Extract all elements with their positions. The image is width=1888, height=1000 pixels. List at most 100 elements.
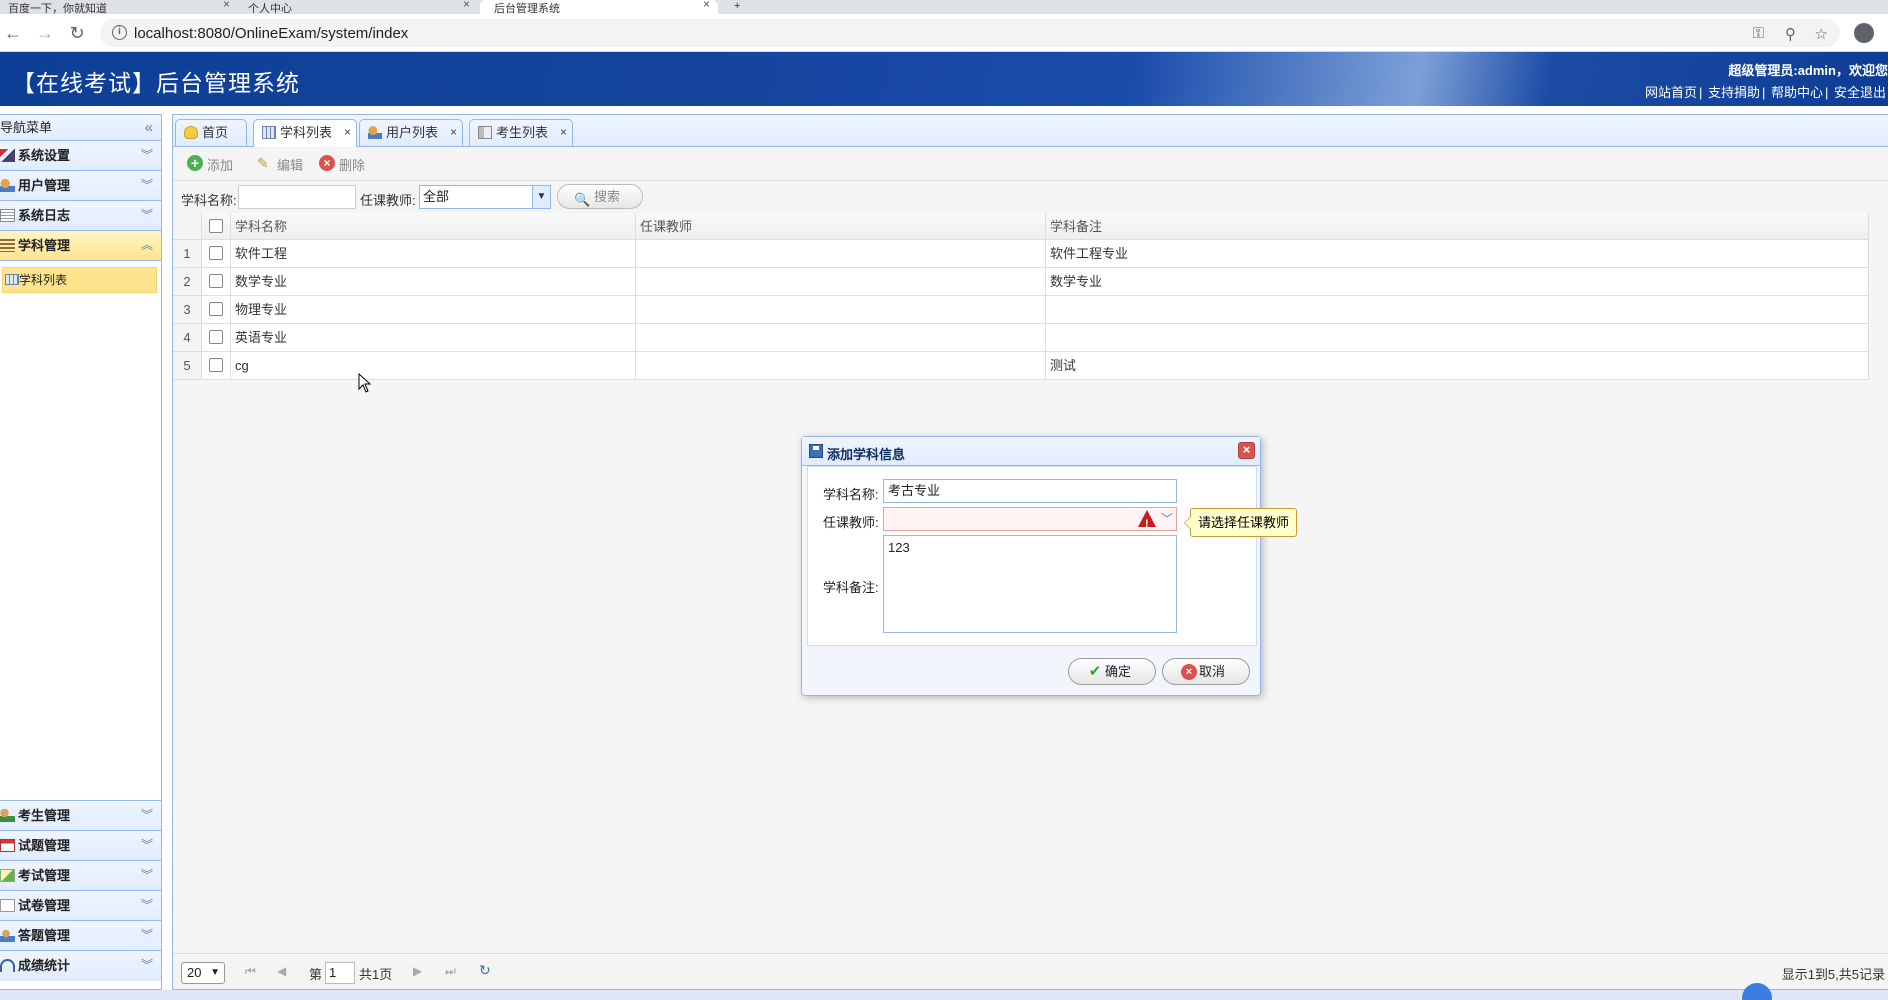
add-button[interactable]: + 添加: [187, 155, 233, 174]
collapse-icon: ︽: [140, 238, 153, 252]
close-icon[interactable]: ×: [223, 0, 230, 11]
teacher-select[interactable]: 全部 ▼: [419, 185, 551, 209]
row-number: 1: [173, 240, 202, 267]
close-tab-icon[interactable]: ×: [344, 120, 351, 145]
last-page-icon[interactable]: ⏭: [445, 964, 456, 979]
subject-name-search-input[interactable]: [238, 185, 356, 209]
close-icon[interactable]: ×: [703, 0, 710, 11]
app-header: 【在线考试】后台管理系统 超级管理员:admin，欢迎您 网站首页 | 支持捐助 |…: [0, 52, 1888, 106]
row-checkbox[interactable]: [202, 240, 231, 267]
delete-button[interactable]: × 删除: [319, 155, 365, 174]
chevron-down-icon[interactable]: ﹀: [1158, 508, 1176, 530]
row-checkbox[interactable]: [202, 268, 231, 295]
close-tab-icon[interactable]: ×: [560, 120, 567, 145]
save-icon: [809, 444, 823, 458]
reload-icon[interactable]: ↻: [66, 22, 88, 44]
chevron-down-icon: ▼: [210, 967, 220, 978]
browser-tab-active[interactable]: 后台管理系统 ×: [480, 0, 718, 14]
sidebar-item-answer-management[interactable]: 答题管理 ︾: [0, 921, 161, 951]
collapse-sidebar-icon[interactable]: «: [145, 115, 153, 141]
sidebar-item-user-management[interactable]: 用户管理 ︾: [0, 171, 161, 201]
sidebar-item-subject-management[interactable]: 学科管理 ︽: [0, 231, 161, 261]
prev-page-icon[interactable]: ◀: [277, 964, 286, 978]
students-icon: [0, 809, 15, 822]
search-button[interactable]: 🔍 搜索: [557, 184, 643, 209]
url-text: localhost:8080/OnlineExam/system/index: [134, 25, 409, 42]
cell-remark: [1046, 324, 1869, 351]
sidebar-item-system-settings[interactable]: 系统设置 ︾: [0, 141, 161, 171]
page-size-select[interactable]: 20 ▼: [181, 962, 225, 984]
row-number: 5: [173, 352, 202, 379]
app-title: 【在线考试】后台管理系统: [12, 70, 300, 96]
link-home[interactable]: 网站首页: [1645, 85, 1697, 100]
row-checkbox[interactable]: [202, 324, 231, 351]
cancel-icon: ×: [1181, 664, 1197, 680]
column-header-remark[interactable]: 学科备注: [1046, 213, 1869, 239]
cancel-button[interactable]: × 取消: [1162, 658, 1250, 685]
browser-tab[interactable]: 百度一下，你就知道 ×: [8, 0, 238, 14]
table-row[interactable]: 5 cg 测试: [173, 352, 1869, 380]
chevron-down-icon[interactable]: ▼: [532, 186, 550, 208]
sidebar-item-paper-management[interactable]: 试卷管理 ︾: [0, 891, 161, 921]
close-tab-icon[interactable]: ×: [450, 120, 457, 145]
expand-icon: ︾: [140, 898, 153, 912]
address-bar[interactable]: i localhost:8080/OnlineExam/system/index…: [100, 19, 1840, 47]
column-header-teacher[interactable]: 任课教师: [636, 213, 1046, 239]
table-row[interactable]: 4 英语专业: [173, 324, 1869, 352]
row-checkbox[interactable]: [202, 352, 231, 379]
row-checkbox[interactable]: [202, 296, 231, 323]
edit-button[interactable]: ✎ 编辑: [257, 155, 303, 174]
close-dialog-icon[interactable]: ×: [1238, 442, 1255, 459]
sidebar-item-exam-management[interactable]: 考试管理 ︾: [0, 861, 161, 891]
sidebar-subitem-subject-list[interactable]: 学科列表: [2, 267, 157, 293]
sidebar-item-system-log[interactable]: 系统日志 ︾: [0, 201, 161, 231]
datagrid-toolbar: + 添加 ✎ 编辑 × 删除: [173, 147, 1888, 181]
search-icon: 🔍: [574, 192, 591, 207]
key-icon[interactable]: ⚿: [1753, 25, 1764, 42]
pagination-bar: 20 ▼ ⏮ ◀ 第 1 共1页 ▶ ⏭ ↻ 显示1到5,共5记录: [173, 953, 1888, 989]
info-icon[interactable]: i: [112, 25, 127, 40]
users-icon: [0, 179, 15, 192]
link-logout[interactable]: 安全退出: [1834, 85, 1886, 100]
add-subject-dialog: 添加学科信息 × 学科名称: 考古专业 任课教师: ﹀ 学科备注: 123 ✔ …: [801, 436, 1261, 696]
column-header-name[interactable]: 学科名称: [231, 213, 636, 239]
next-page-icon[interactable]: ▶: [413, 964, 422, 978]
tab-home[interactable]: 首页: [175, 119, 247, 146]
row-number: 3: [173, 296, 202, 323]
back-icon[interactable]: ←: [2, 22, 24, 44]
forward-icon[interactable]: →: [34, 22, 56, 44]
browser-tabstrip: 百度一下，你就知道 × 个人中心 × 后台管理系统 × +: [0, 0, 1888, 14]
check-icon: ✔: [1088, 663, 1102, 680]
tab-student-list[interactable]: 考生列表 ×: [469, 119, 573, 146]
teacher-combobox[interactable]: ﹀: [883, 507, 1177, 535]
page-number-input[interactable]: 1: [325, 962, 355, 984]
table-row[interactable]: 1 软件工程 软件工程专业: [173, 240, 1869, 268]
log-icon: [0, 209, 15, 222]
list-icon: [0, 239, 15, 252]
subject-name-field[interactable]: 考古专业: [883, 479, 1177, 503]
expand-icon: ︾: [140, 178, 153, 192]
table-row[interactable]: 2 数学专业 数学专业: [173, 268, 1869, 296]
star-icon[interactable]: ☆: [1815, 25, 1828, 43]
tab-subject-list[interactable]: 学科列表 ×: [253, 119, 357, 147]
select-all-checkbox[interactable]: [202, 213, 231, 239]
link-donate[interactable]: 支持捐助: [1708, 85, 1760, 100]
link-help[interactable]: 帮助中心: [1771, 85, 1823, 100]
dialog-form: 学科名称: 考古专业 任课教师: ﹀ 学科备注: 123: [807, 466, 1257, 646]
remark-textarea[interactable]: 123: [883, 535, 1177, 633]
sidebar-item-student-management[interactable]: 考生管理 ︾: [0, 801, 161, 831]
browser-tab[interactable]: 个人中心 ×: [248, 0, 478, 14]
sidebar-item-score-statistics[interactable]: 成绩统计 ︾: [0, 951, 161, 981]
tab-user-list[interactable]: 用户列表 ×: [359, 119, 463, 146]
close-icon[interactable]: ×: [463, 0, 470, 11]
sidebar-item-question-management[interactable]: 试题管理 ︾: [0, 831, 161, 861]
table-header-row: 学科名称 任课教师 学科备注: [173, 213, 1869, 240]
table-row[interactable]: 3 物理专业: [173, 296, 1869, 324]
profile-avatar-icon[interactable]: [1854, 23, 1874, 43]
confirm-button[interactable]: ✔ 确定: [1068, 658, 1156, 685]
zoom-icon[interactable]: ⚲: [1785, 25, 1796, 43]
add-icon: +: [187, 155, 203, 171]
refresh-icon[interactable]: ↻: [479, 962, 491, 979]
first-page-icon[interactable]: ⏮: [245, 964, 256, 979]
new-tab-button[interactable]: +: [734, 0, 754, 14]
